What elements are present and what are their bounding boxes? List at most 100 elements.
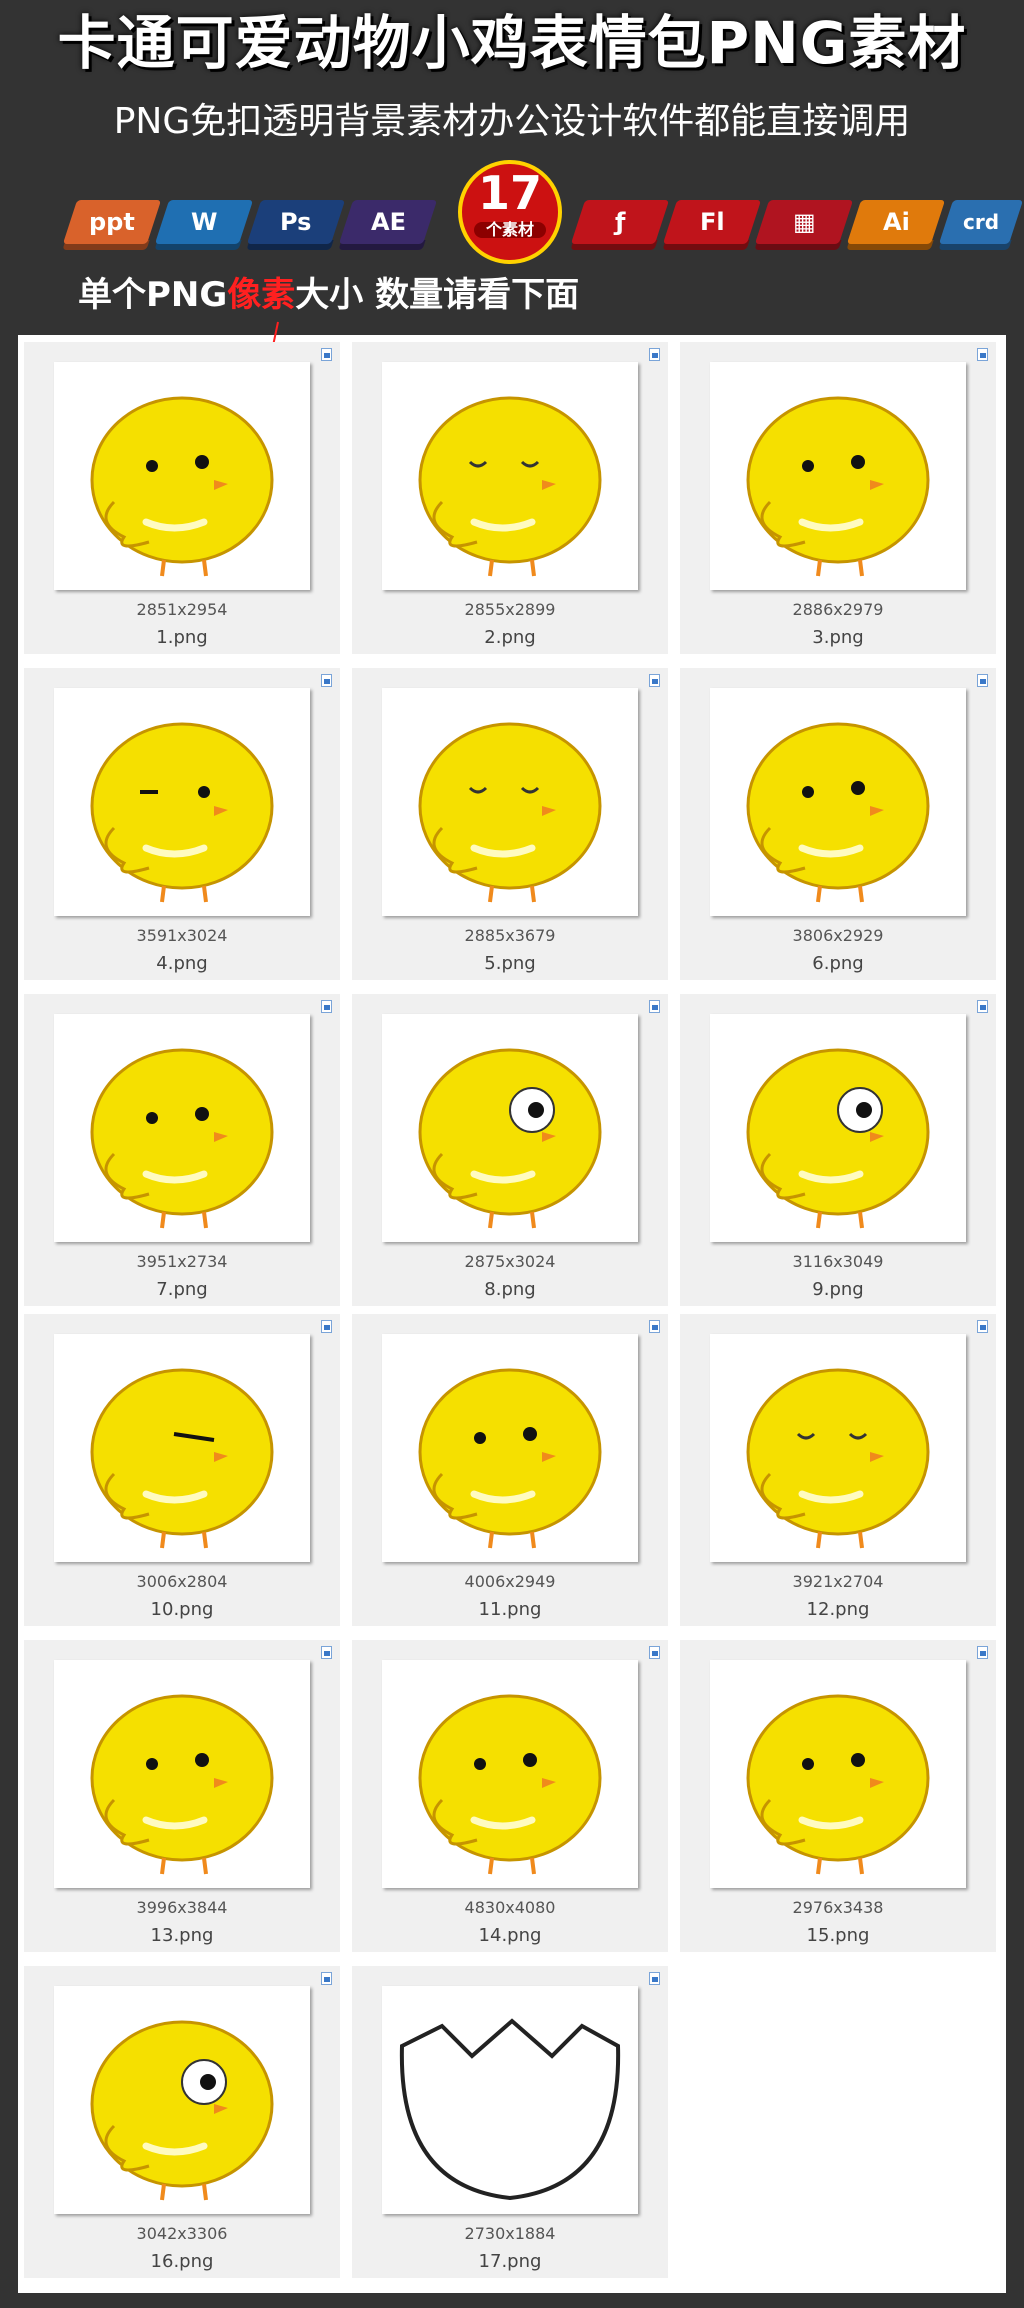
chick-thumbnail-image[interactable] [54, 1334, 310, 1562]
badge-number: 17 [477, 166, 542, 220]
file-name[interactable]: 16.png [24, 2252, 340, 2272]
video-icon: ▦ [754, 200, 854, 252]
file-thumbnail-item[interactable]: 4830x4080 14.png [352, 1640, 668, 1952]
file-thumbnail-item[interactable]: 2851x2954 1.png [24, 342, 340, 654]
file-dimensions: 2885x3679 [464, 926, 556, 945]
file-thumbnail-item[interactable]: 2855x2899 2.png [352, 342, 668, 654]
material-count-badge: 17 个素材 [458, 160, 562, 264]
file-thumbnail-item[interactable]: 2886x2979 3.png [680, 342, 996, 654]
file-name[interactable]: 1.png [24, 628, 340, 648]
file-thumbnail-item[interactable]: 4006x2949 11.png [352, 1314, 668, 1626]
image-file-icon [977, 1320, 988, 1333]
image-file-icon [977, 348, 988, 361]
image-file-icon [321, 1320, 332, 1333]
chick-thumbnail-image[interactable] [382, 1334, 638, 1562]
chick-thumbnail-image[interactable] [710, 362, 966, 590]
file-name[interactable]: 9.png [680, 1280, 996, 1300]
file-name[interactable]: 17.png [352, 2252, 668, 2272]
file-name[interactable]: 6.png [680, 954, 996, 974]
file-thumbnail-item[interactable]: 3116x3049 9.png [680, 994, 996, 1306]
file-thumbnail-item[interactable]: 3996x3844 13.png [24, 1640, 340, 1952]
image-file-icon [649, 1646, 660, 1659]
image-file-icon [977, 1646, 988, 1659]
illustrator-icon: Ai [846, 200, 946, 252]
file-dimensions: 4830x4080 [464, 1898, 556, 1917]
image-file-icon [649, 1000, 660, 1013]
file-dimensions: 4006x2949 [464, 1572, 556, 1591]
file-name[interactable]: 8.png [352, 1280, 668, 1300]
file-name[interactable]: 4.png [24, 954, 340, 974]
file-dimensions: 3806x2929 [792, 926, 884, 945]
chick-thumbnail-image[interactable] [54, 1660, 310, 1888]
file-dimensions: 3951x2734 [136, 1252, 228, 1271]
file-name[interactable]: 15.png [680, 1926, 996, 1946]
file-name[interactable]: 13.png [24, 1926, 340, 1946]
file-name[interactable]: 5.png [352, 954, 668, 974]
file-dimensions: 2855x2899 [464, 600, 556, 619]
file-name[interactable]: 2.png [352, 628, 668, 648]
chick-thumbnail-image[interactable] [710, 1014, 966, 1242]
image-file-icon [977, 1000, 988, 1013]
file-thumbnail-item[interactable]: 2976x3438 15.png [680, 1640, 996, 1952]
chick-thumbnail-image[interactable] [54, 688, 310, 916]
image-file-icon [321, 1972, 332, 1985]
ppt-icon: ppt [62, 200, 162, 252]
caption-text-2: 大小 数量请看下面 [295, 275, 580, 315]
file-thumbnail-item[interactable]: 2730x1884 17.png [352, 1966, 668, 2278]
after-effects-icon: AE [338, 200, 438, 252]
chick-thumbnail-image[interactable] [382, 688, 638, 916]
chick-thumbnail-image[interactable] [54, 362, 310, 590]
file-dimensions: 3996x3844 [136, 1898, 228, 1917]
chick-thumbnail-image[interactable] [382, 1986, 638, 2214]
file-dimensions: 3921x2704 [792, 1572, 884, 1591]
coreldraw-icon: crd [938, 200, 1024, 252]
file-thumbnail-item[interactable]: 3921x2704 12.png [680, 1314, 996, 1626]
chick-thumbnail-image[interactable] [54, 1014, 310, 1242]
chick-thumbnail-image[interactable] [710, 1660, 966, 1888]
chick-thumbnail-image[interactable] [54, 1986, 310, 2214]
file-name[interactable]: 7.png [24, 1280, 340, 1300]
file-thumbnail-item[interactable]: 3591x3024 4.png [24, 668, 340, 980]
chick-thumbnail-image[interactable] [382, 1014, 638, 1242]
chick-thumbnail-image[interactable] [710, 1334, 966, 1562]
flash-icon: ƒ [570, 200, 670, 252]
file-thumbnail-item[interactable]: 3806x2929 6.png [680, 668, 996, 980]
file-dimensions: 2851x2954 [136, 600, 228, 619]
image-file-icon [321, 1646, 332, 1659]
flash-fl-icon: Fl [662, 200, 762, 252]
file-name[interactable]: 14.png [352, 1926, 668, 1946]
file-dimensions: 3591x3024 [136, 926, 228, 945]
file-thumbnail-item[interactable]: 2875x3024 8.png [352, 994, 668, 1306]
image-file-icon [649, 1320, 660, 1333]
file-dimensions: 3006x2804 [136, 1572, 228, 1591]
image-file-icon [321, 674, 332, 687]
file-dimensions: 2730x1884 [464, 2224, 556, 2243]
file-dimensions: 2886x2979 [792, 600, 884, 619]
image-file-icon [321, 348, 332, 361]
file-dimensions: 3116x3049 [792, 1252, 884, 1271]
chick-thumbnail-image[interactable] [382, 362, 638, 590]
file-name[interactable]: 12.png [680, 1600, 996, 1620]
file-thumbnail-item[interactable]: 3951x2734 7.png [24, 994, 340, 1306]
file-name[interactable]: 10.png [24, 1600, 340, 1620]
file-thumbnail-item[interactable]: 3042x3306 16.png [24, 1966, 340, 2278]
image-file-icon [977, 674, 988, 687]
chick-thumbnail-image[interactable] [382, 1660, 638, 1888]
caption-text-1: 单个PNG [78, 275, 228, 315]
chick-thumbnail-image[interactable] [710, 688, 966, 916]
photoshop-icon: Ps [246, 200, 346, 252]
wordpress-icon: W [154, 200, 254, 252]
file-thumbnail-item[interactable]: 3006x2804 10.png [24, 1314, 340, 1626]
page-subtitle: PNG免扣透明背景素材办公设计软件都能直接调用 [113, 101, 911, 142]
badge-text: 个素材 [474, 222, 546, 238]
image-file-icon [649, 348, 660, 361]
file-dimensions: 2875x3024 [464, 1252, 556, 1271]
image-file-icon [649, 1972, 660, 1985]
file-name[interactable]: 3.png [680, 628, 996, 648]
page-title: 卡通可爱动物小鸡表情包PNG素材 [57, 9, 967, 77]
file-thumbnail-item[interactable]: 2885x3679 5.png [352, 668, 668, 980]
file-dimensions: 3042x3306 [136, 2224, 228, 2243]
image-file-icon [321, 1000, 332, 1013]
file-name[interactable]: 11.png [352, 1600, 668, 1620]
file-dimensions: 2976x3438 [792, 1898, 884, 1917]
